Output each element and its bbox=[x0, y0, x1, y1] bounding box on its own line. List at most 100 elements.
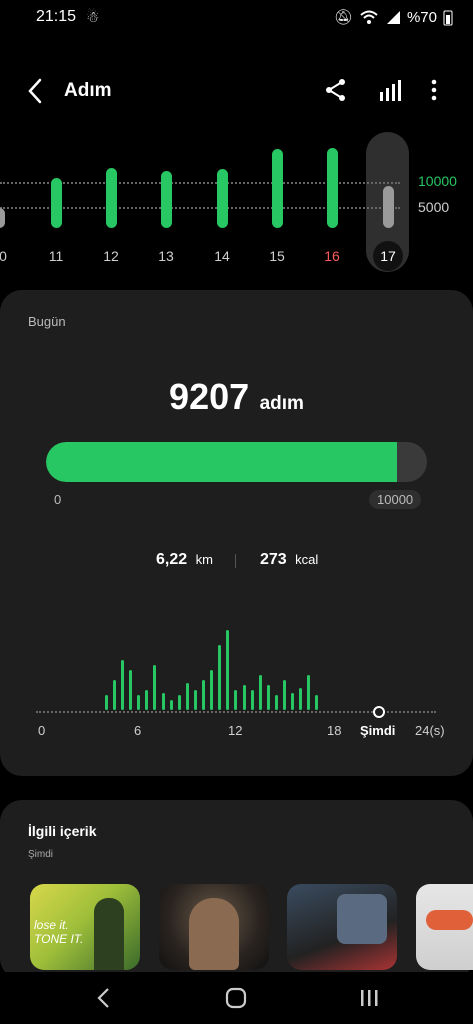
calories-value: 273 bbox=[260, 551, 287, 568]
hour-bar bbox=[226, 630, 230, 710]
gym-equipment bbox=[337, 894, 387, 944]
nav-recents-button[interactable] bbox=[358, 986, 380, 1015]
system-nav-bar bbox=[0, 972, 473, 1024]
wifi-icon bbox=[360, 10, 378, 24]
day-label-12: 12 bbox=[103, 248, 119, 264]
calories-stat: 273 kcal bbox=[260, 551, 318, 569]
hour-bar bbox=[315, 695, 319, 710]
day-bar-13[interactable] bbox=[161, 171, 172, 228]
battery-percent: %70 bbox=[406, 8, 437, 26]
day-label-14: 14 bbox=[214, 248, 230, 264]
hour-bar bbox=[112, 680, 116, 710]
nav-home-icon bbox=[225, 987, 247, 1009]
day-bar-16[interactable] bbox=[327, 148, 338, 228]
more-options-button[interactable] bbox=[428, 78, 440, 107]
battery-icon bbox=[443, 10, 453, 25]
hour-bar bbox=[274, 695, 278, 710]
hour-bar bbox=[291, 692, 295, 710]
day-bar-0[interactable] bbox=[0, 208, 5, 228]
hour-bar bbox=[299, 687, 303, 710]
related-subtitle: Şimdi bbox=[28, 849, 54, 860]
back-button[interactable] bbox=[24, 76, 48, 106]
step-progress-fill bbox=[46, 442, 397, 482]
hour-bar bbox=[218, 645, 222, 710]
nav-recents-icon bbox=[361, 990, 378, 1006]
stat-divider bbox=[235, 554, 236, 568]
hour-bar bbox=[266, 685, 270, 710]
step-unit: adım bbox=[259, 393, 304, 414]
hour-bar bbox=[177, 695, 181, 710]
hour-bar bbox=[202, 680, 205, 710]
hour-tick-12: 12 bbox=[228, 723, 243, 738]
chart-view-button[interactable] bbox=[378, 78, 402, 107]
hour-bar bbox=[193, 690, 197, 710]
status-bar: 21:15 ☃ 🔕︎ %70 bbox=[0, 0, 473, 34]
hour-bar bbox=[104, 695, 108, 710]
hour-bar bbox=[258, 675, 262, 710]
daily-steps-chart[interactable]: 10000 5000 0 11 12 13 14 15 16 17 bbox=[0, 130, 473, 280]
bar-chart-icon bbox=[380, 80, 401, 101]
day-bar-12[interactable] bbox=[106, 168, 117, 228]
hour-bar bbox=[185, 682, 189, 710]
hour-bar bbox=[283, 680, 286, 710]
status-right: 🔕︎ %70 bbox=[334, 8, 453, 26]
mid-line-label: 5000 bbox=[418, 199, 450, 215]
signal-icon bbox=[386, 11, 400, 24]
nav-back-button[interactable] bbox=[94, 986, 114, 1015]
day-label-0: 0 bbox=[0, 248, 7, 264]
related-item-1-caption: lose it. TONE IT. bbox=[34, 918, 84, 946]
step-value: 9207 bbox=[169, 376, 250, 417]
progress-min-label: 0 bbox=[54, 492, 62, 507]
back-arrow-icon bbox=[28, 78, 42, 104]
today-label: Bugün bbox=[28, 314, 66, 329]
page-title: Adım bbox=[64, 80, 112, 101]
hour-bar bbox=[153, 665, 157, 710]
calories-unit: kcal bbox=[295, 552, 319, 567]
hour-bar bbox=[137, 695, 141, 710]
nav-back-icon bbox=[97, 988, 109, 1008]
now-marker bbox=[373, 706, 385, 718]
related-title: İlgili içerik bbox=[28, 823, 97, 839]
distance-value: 6,22 bbox=[156, 551, 188, 568]
runner-figure bbox=[94, 898, 124, 970]
athlete-figure bbox=[189, 898, 239, 970]
hour-tick-6: 6 bbox=[134, 723, 142, 738]
step-count: 9207 adım bbox=[0, 376, 473, 418]
day-label-13: 13 bbox=[158, 248, 174, 264]
day-label-11: 11 bbox=[48, 248, 64, 264]
mute-icon: 🔕︎ bbox=[333, 9, 353, 26]
related-item-4[interactable] bbox=[416, 884, 473, 970]
day-label-16: 16 bbox=[324, 248, 340, 264]
hour-bar bbox=[250, 690, 254, 710]
day-label-17: 17 bbox=[373, 241, 403, 271]
hour-bar bbox=[242, 685, 246, 710]
related-item-4-shape bbox=[426, 910, 473, 930]
hour-bar bbox=[210, 670, 214, 710]
nav-home-button[interactable] bbox=[224, 986, 248, 1015]
distance-unit: km bbox=[195, 552, 213, 567]
hour-bar bbox=[161, 692, 165, 710]
share-button[interactable] bbox=[324, 78, 348, 107]
related-item-1[interactable]: lose it. TONE IT. bbox=[30, 884, 140, 970]
related-item-3[interactable] bbox=[287, 884, 397, 970]
step-progress-bar bbox=[46, 442, 427, 482]
hour-bar bbox=[169, 700, 173, 710]
hour-bar bbox=[121, 660, 124, 710]
goal-line-label: 10000 bbox=[418, 173, 457, 189]
hour-bar bbox=[307, 675, 311, 710]
hour-tick-18: 18 bbox=[327, 723, 342, 738]
day-bar-15[interactable] bbox=[272, 149, 283, 228]
status-time: 21:15 bbox=[36, 8, 77, 25]
day-bar-14[interactable] bbox=[217, 169, 228, 228]
hour-tick-24: 24(s) bbox=[415, 723, 445, 738]
hour-tick-now: Şimdi bbox=[360, 723, 396, 738]
hourly-steps-chart[interactable]: 0 6 12 18 Şimdi 24(s) bbox=[0, 620, 473, 750]
day-label-15: 15 bbox=[269, 248, 285, 264]
day-bar-17[interactable] bbox=[383, 186, 394, 228]
more-vertical-icon bbox=[431, 79, 437, 101]
day-bar-11[interactable] bbox=[51, 177, 62, 228]
hour-tick-0: 0 bbox=[38, 723, 46, 738]
share-icon bbox=[326, 79, 345, 101]
hour-bar bbox=[234, 690, 238, 710]
related-item-2[interactable] bbox=[159, 884, 269, 970]
